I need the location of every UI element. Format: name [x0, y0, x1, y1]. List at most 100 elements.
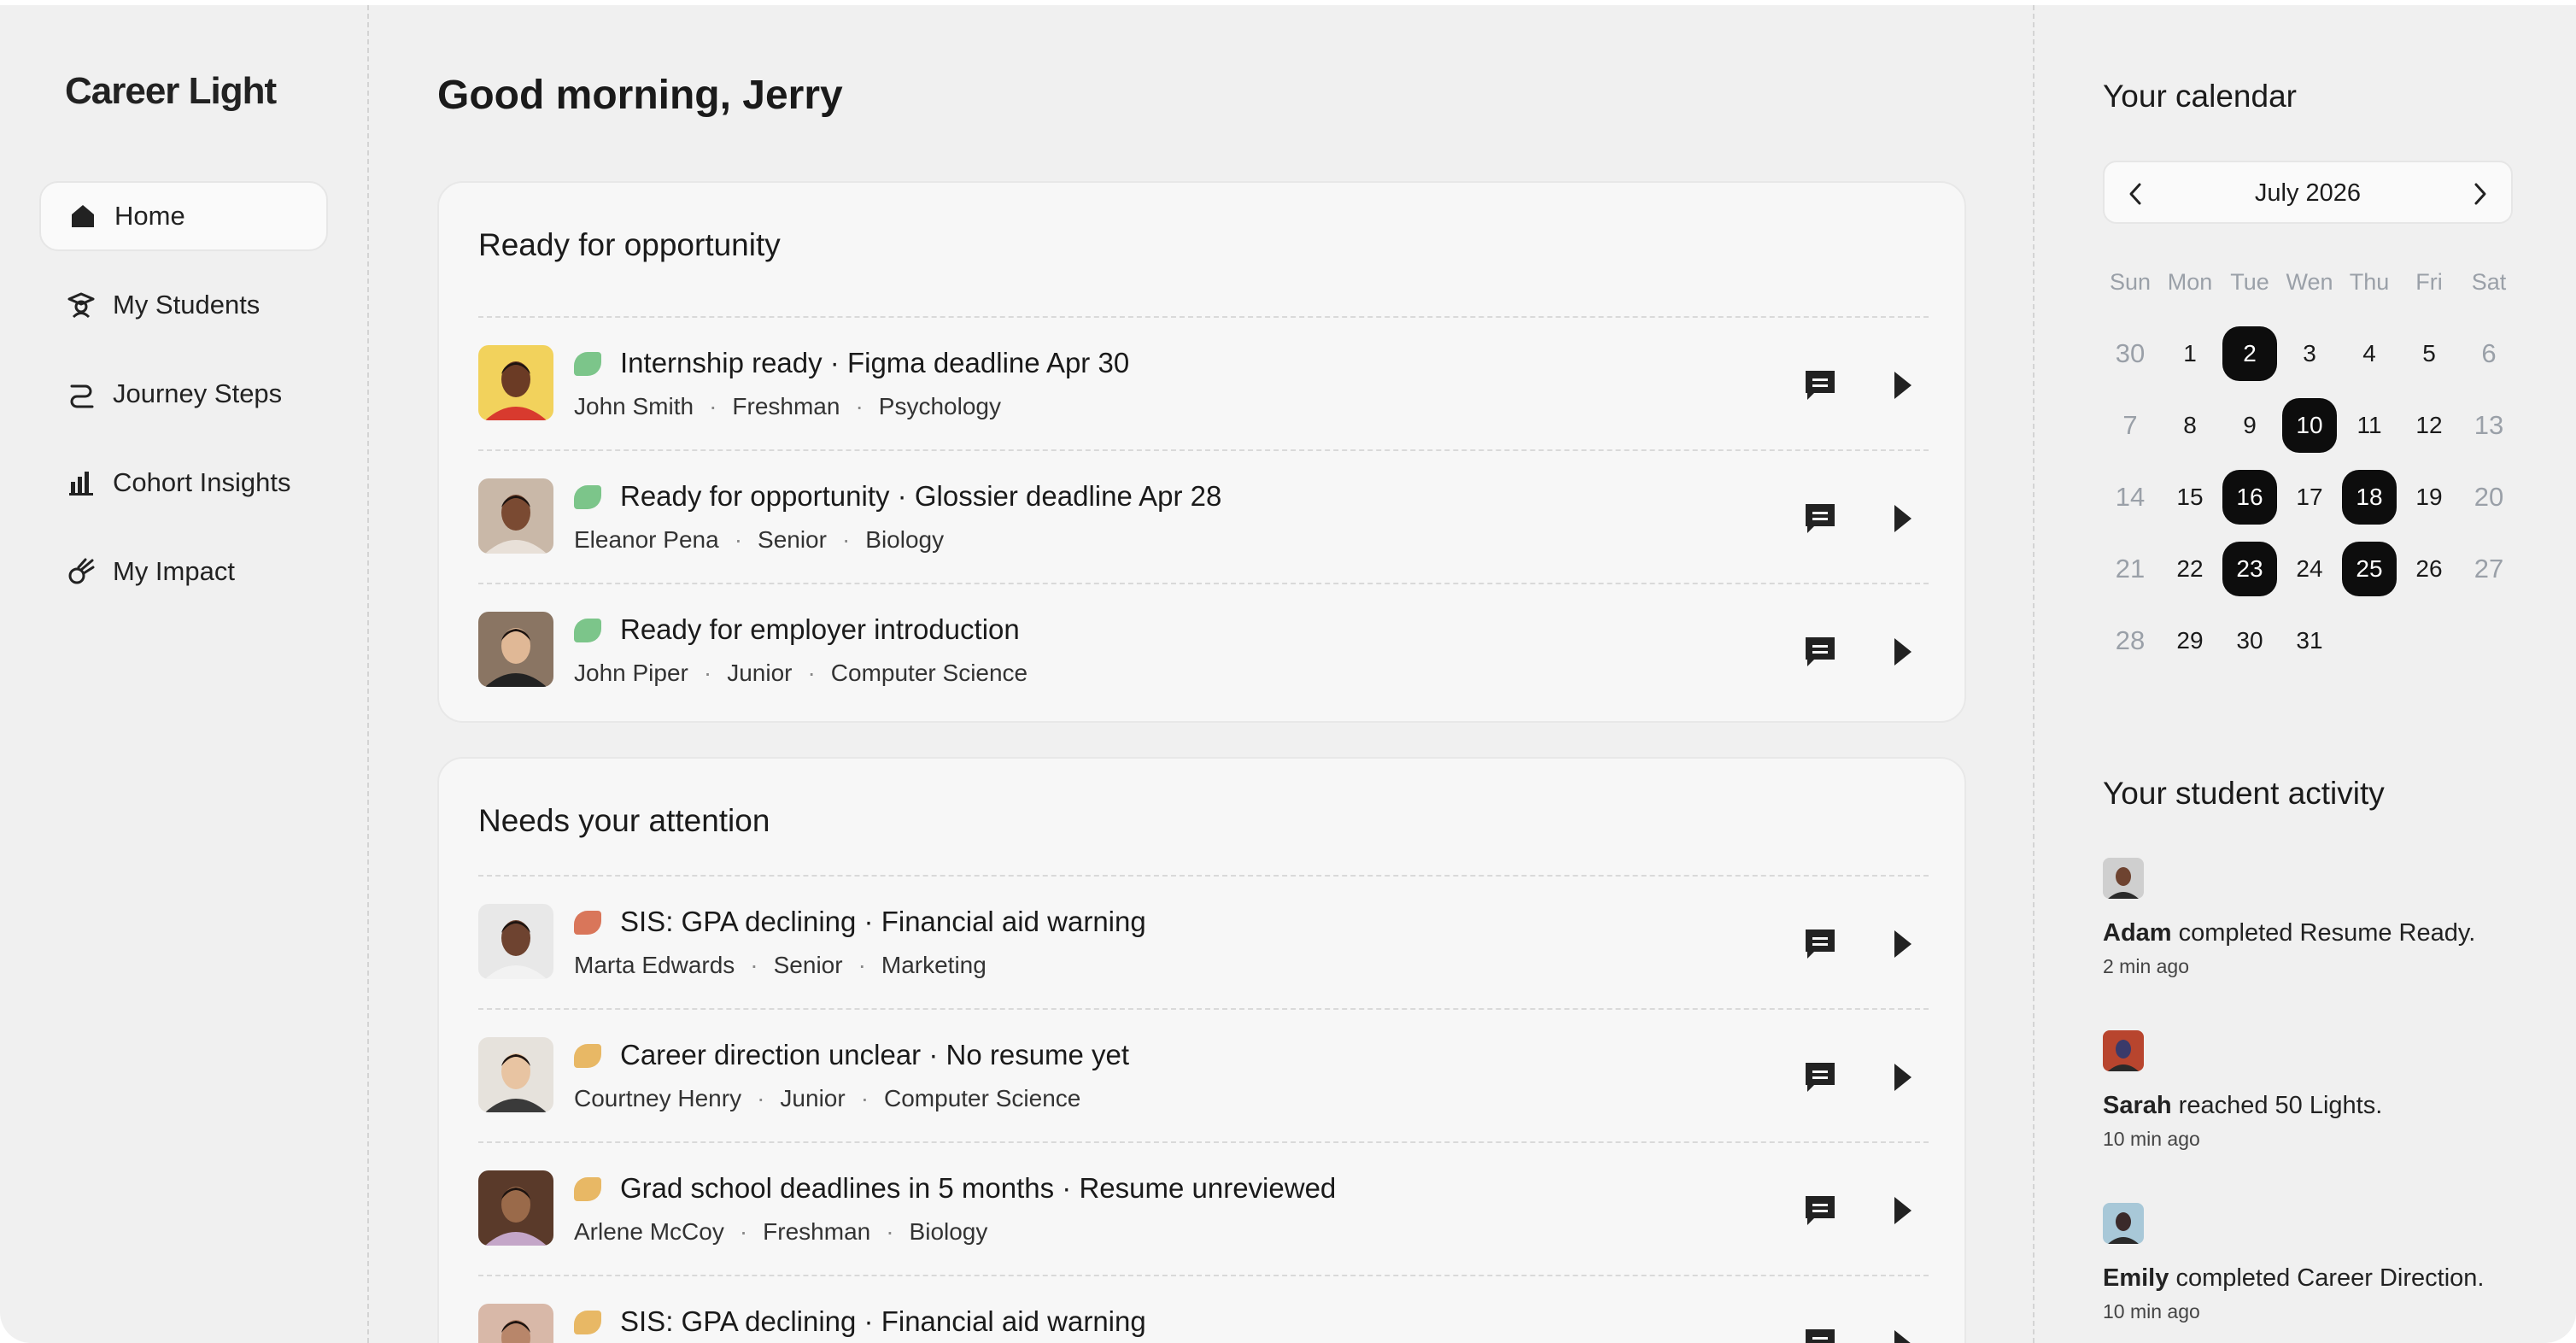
calendar-day[interactable]: 25: [2342, 542, 2397, 596]
calendar-day[interactable]: 23: [2222, 542, 2277, 596]
calendar-day[interactable]: 10: [2282, 398, 2337, 453]
student-row[interactable]: Ready for opportunity · Glossier deadlin…: [478, 449, 1929, 583]
student-name: Courtney Henry: [574, 1085, 742, 1111]
avatar: [478, 345, 553, 420]
calendar-day[interactable]: 13: [2462, 398, 2516, 453]
home-icon: [68, 202, 97, 231]
calendar-day[interactable]: 28: [2103, 613, 2157, 668]
calendar-day[interactable]: 20: [2462, 470, 2516, 525]
calendar-day[interactable]: 7: [2103, 398, 2157, 453]
row-title: Grad school deadlines in 5 months · Resu…: [620, 1172, 1337, 1204]
calendar-day[interactable]: 26: [2402, 542, 2456, 596]
calendar-day[interactable]: 8: [2163, 398, 2217, 453]
weekday-label: Mon: [2167, 268, 2213, 295]
student-row[interactable]: SIS: GPA declining · Financial aid warni…: [478, 1275, 1929, 1343]
student-name: Eleanor Pena: [574, 526, 719, 553]
student-row[interactable]: Grad school deadlines in 5 months · Resu…: [478, 1141, 1929, 1275]
row-title: Ready for employer introduction: [620, 613, 1020, 645]
play-arrow-icon[interactable]: [1884, 1193, 1920, 1229]
calendar-day[interactable]: 9: [2222, 398, 2277, 453]
message-icon[interactable]: [1802, 926, 1838, 962]
sidebar-item-cohort-insights[interactable]: Cohort Insights: [39, 448, 328, 518]
student-name: John Piper: [574, 660, 688, 686]
calendar-day[interactable]: 15: [2163, 470, 2217, 525]
month-navigator: July 2026: [2103, 161, 2513, 224]
play-arrow-icon[interactable]: [1884, 1059, 1920, 1095]
row-title: Internship ready · Figma deadline Apr 30: [620, 347, 1130, 378]
sidebar-item-label: My Students: [113, 290, 261, 320]
sidebar: Career Light Home My Students Journey St…: [0, 5, 369, 1343]
weekday-label: Fri: [2415, 268, 2443, 295]
row-meta: Arlene McCoy · Freshman · Biology: [574, 1218, 988, 1245]
play-arrow-icon[interactable]: [1884, 926, 1920, 962]
message-icon[interactable]: [1802, 1326, 1838, 1343]
sidebar-item-journey-steps[interactable]: Journey Steps: [39, 359, 328, 429]
student-row[interactable]: Internship ready · Figma deadline Apr 30…: [478, 316, 1929, 449]
calendar-day[interactable]: 29: [2163, 613, 2217, 668]
activity-description: reached 50 Lights.: [2178, 1092, 2383, 1119]
activity-description: completed Resume Ready.: [2178, 919, 2476, 947]
student-year: Junior: [727, 660, 793, 686]
status-indicator-icon: [574, 911, 601, 935]
calendar-day[interactable]: 22: [2163, 542, 2217, 596]
calendar-day[interactable]: 31: [2282, 613, 2337, 668]
activity-student-name[interactable]: Sarah: [2103, 1092, 2172, 1119]
status-indicator-icon: [574, 1044, 601, 1068]
message-icon[interactable]: [1802, 634, 1838, 670]
chevron-right-icon[interactable]: [2465, 179, 2494, 208]
student-year: Junior: [780, 1085, 846, 1111]
calendar-day[interactable]: 27: [2462, 542, 2516, 596]
play-arrow-icon[interactable]: [1884, 501, 1920, 537]
play-arrow-icon[interactable]: [1884, 634, 1920, 670]
activity-student-name[interactable]: Adam: [2103, 919, 2172, 947]
student-year: Senior: [758, 526, 827, 553]
student-major: Computer Science: [830, 660, 1028, 686]
student-major: Computer Science: [884, 1085, 1081, 1111]
row-meta: Courtney Henry · Junior · Computer Science: [574, 1085, 1081, 1111]
student-name: Arlene McCoy: [574, 1218, 724, 1245]
play-arrow-icon[interactable]: [1884, 1326, 1920, 1343]
app-frame: Career Light Home My Students Journey St…: [0, 5, 2576, 1343]
avatar: [478, 1304, 553, 1343]
calendar-day[interactable]: 30: [2222, 613, 2277, 668]
message-icon[interactable]: [1802, 1193, 1838, 1229]
right-panel: Your calendar July 2026 Sun Mon Tue Wen Thu F…: [2036, 5, 2576, 1343]
sidebar-item-home[interactable]: Home: [39, 181, 328, 251]
calendar-day[interactable]: 2: [2222, 326, 2277, 381]
calendar-day[interactable]: 19: [2402, 470, 2456, 525]
student-year: Freshman: [763, 1218, 871, 1245]
calendar-day[interactable]: 30: [2103, 326, 2157, 381]
activity-student-name[interactable]: Emily: [2103, 1264, 2169, 1292]
calendar-day[interactable]: 12: [2402, 398, 2456, 453]
app-logo[interactable]: Career Light: [65, 70, 277, 113]
sidebar-item-my-impact[interactable]: My Impact: [39, 537, 328, 607]
calendar-day[interactable]: 18: [2342, 470, 2397, 525]
calendar-day[interactable]: 1: [2163, 326, 2217, 381]
calendar-day[interactable]: 5: [2402, 326, 2456, 381]
message-icon[interactable]: [1802, 1059, 1838, 1095]
student-major: Psychology: [878, 393, 1001, 419]
play-arrow-icon[interactable]: [1884, 367, 1920, 403]
student-row[interactable]: Ready for employer introduction John Pipe…: [478, 583, 1929, 716]
status-indicator-icon: [574, 1311, 601, 1334]
weekday-label: Thu: [2349, 268, 2390, 295]
calendar-day[interactable]: 14: [2103, 470, 2157, 525]
calendar-day[interactable]: 21: [2103, 542, 2157, 596]
student-row[interactable]: Career direction unclear · No resume yet…: [478, 1008, 1929, 1141]
message-icon[interactable]: [1802, 501, 1838, 537]
calendar-day[interactable]: 17: [2282, 470, 2337, 525]
calendar-day[interactable]: 6: [2462, 326, 2516, 381]
calendar-day[interactable]: 24: [2282, 542, 2337, 596]
student-major: Biology: [909, 1218, 988, 1245]
row-meta: John Piper · Junior · Computer Science: [574, 660, 1028, 686]
student-row[interactable]: SIS: GPA declining · Financial aid warni…: [478, 875, 1929, 1008]
message-icon[interactable]: [1802, 367, 1838, 403]
sidebar-item-my-students[interactable]: My Students: [39, 270, 328, 340]
calendar-day[interactable]: 4: [2342, 326, 2397, 381]
status-indicator-icon: [574, 352, 601, 376]
avatar: [478, 1170, 553, 1246]
activity-timestamp: 10 min ago: [2103, 1128, 2200, 1150]
calendar-day[interactable]: 16: [2222, 470, 2277, 525]
calendar-day[interactable]: 3: [2282, 326, 2337, 381]
calendar-day[interactable]: 11: [2342, 398, 2397, 453]
